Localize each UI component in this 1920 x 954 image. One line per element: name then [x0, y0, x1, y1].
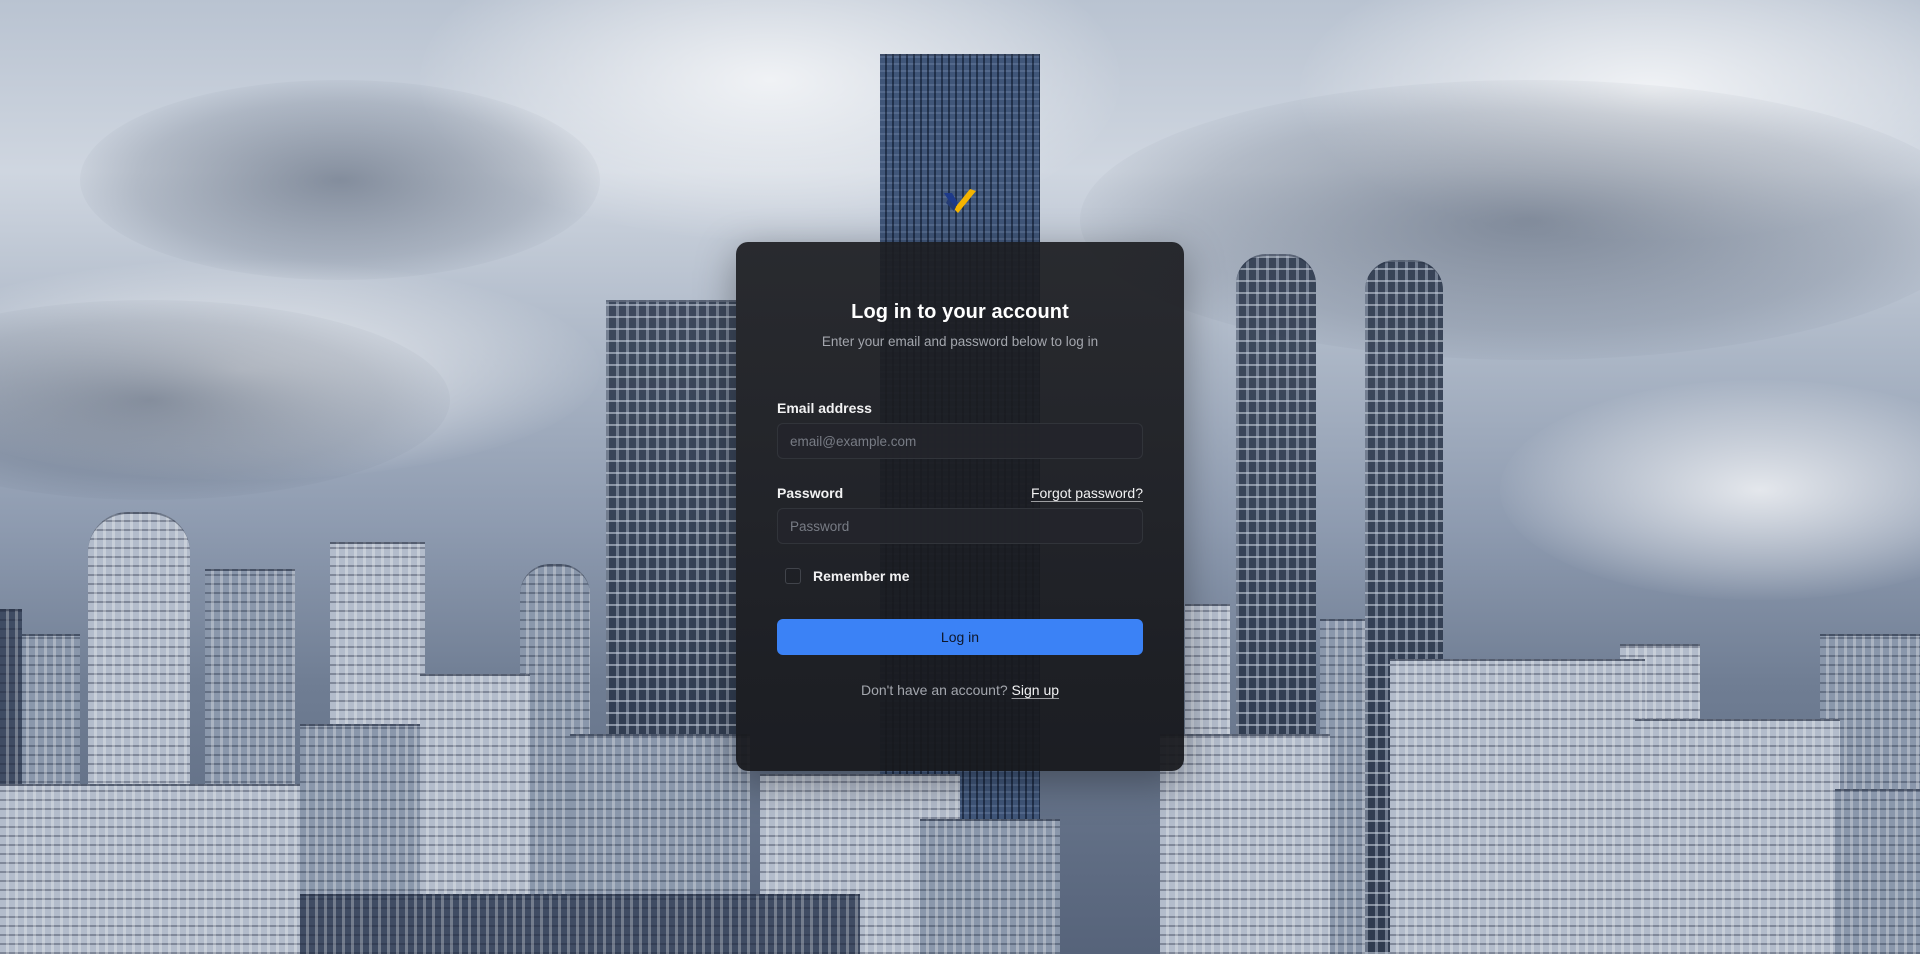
forgot-password-link[interactable]: Forgot password?: [1031, 485, 1143, 501]
login-button[interactable]: Log in: [777, 619, 1143, 655]
login-subtitle: Enter your email and password below to l…: [821, 334, 1099, 349]
password-input[interactable]: [777, 508, 1143, 544]
remember-me-row[interactable]: Remember me: [785, 568, 1143, 584]
signup-prompt: Don't have an account?: [860, 682, 1008, 698]
signup-row: Don't have an account? Sign up: [777, 682, 1143, 698]
checkmark-logo-icon: [942, 185, 978, 215]
password-label-row: Password Forgot password?: [777, 485, 1143, 501]
password-label: Password: [777, 485, 844, 501]
remember-me-checkbox[interactable]: [785, 568, 801, 584]
email-label-row: Email address: [777, 400, 1143, 416]
email-input[interactable]: [777, 423, 1143, 459]
signup-link[interactable]: Sign up: [1012, 682, 1059, 698]
login-title: Log in to your account: [851, 301, 1069, 323]
email-label: Email address: [777, 400, 872, 416]
login-card: Log in to your account Enter your email …: [736, 242, 1184, 771]
remember-me-label[interactable]: Remember me: [813, 568, 910, 584]
